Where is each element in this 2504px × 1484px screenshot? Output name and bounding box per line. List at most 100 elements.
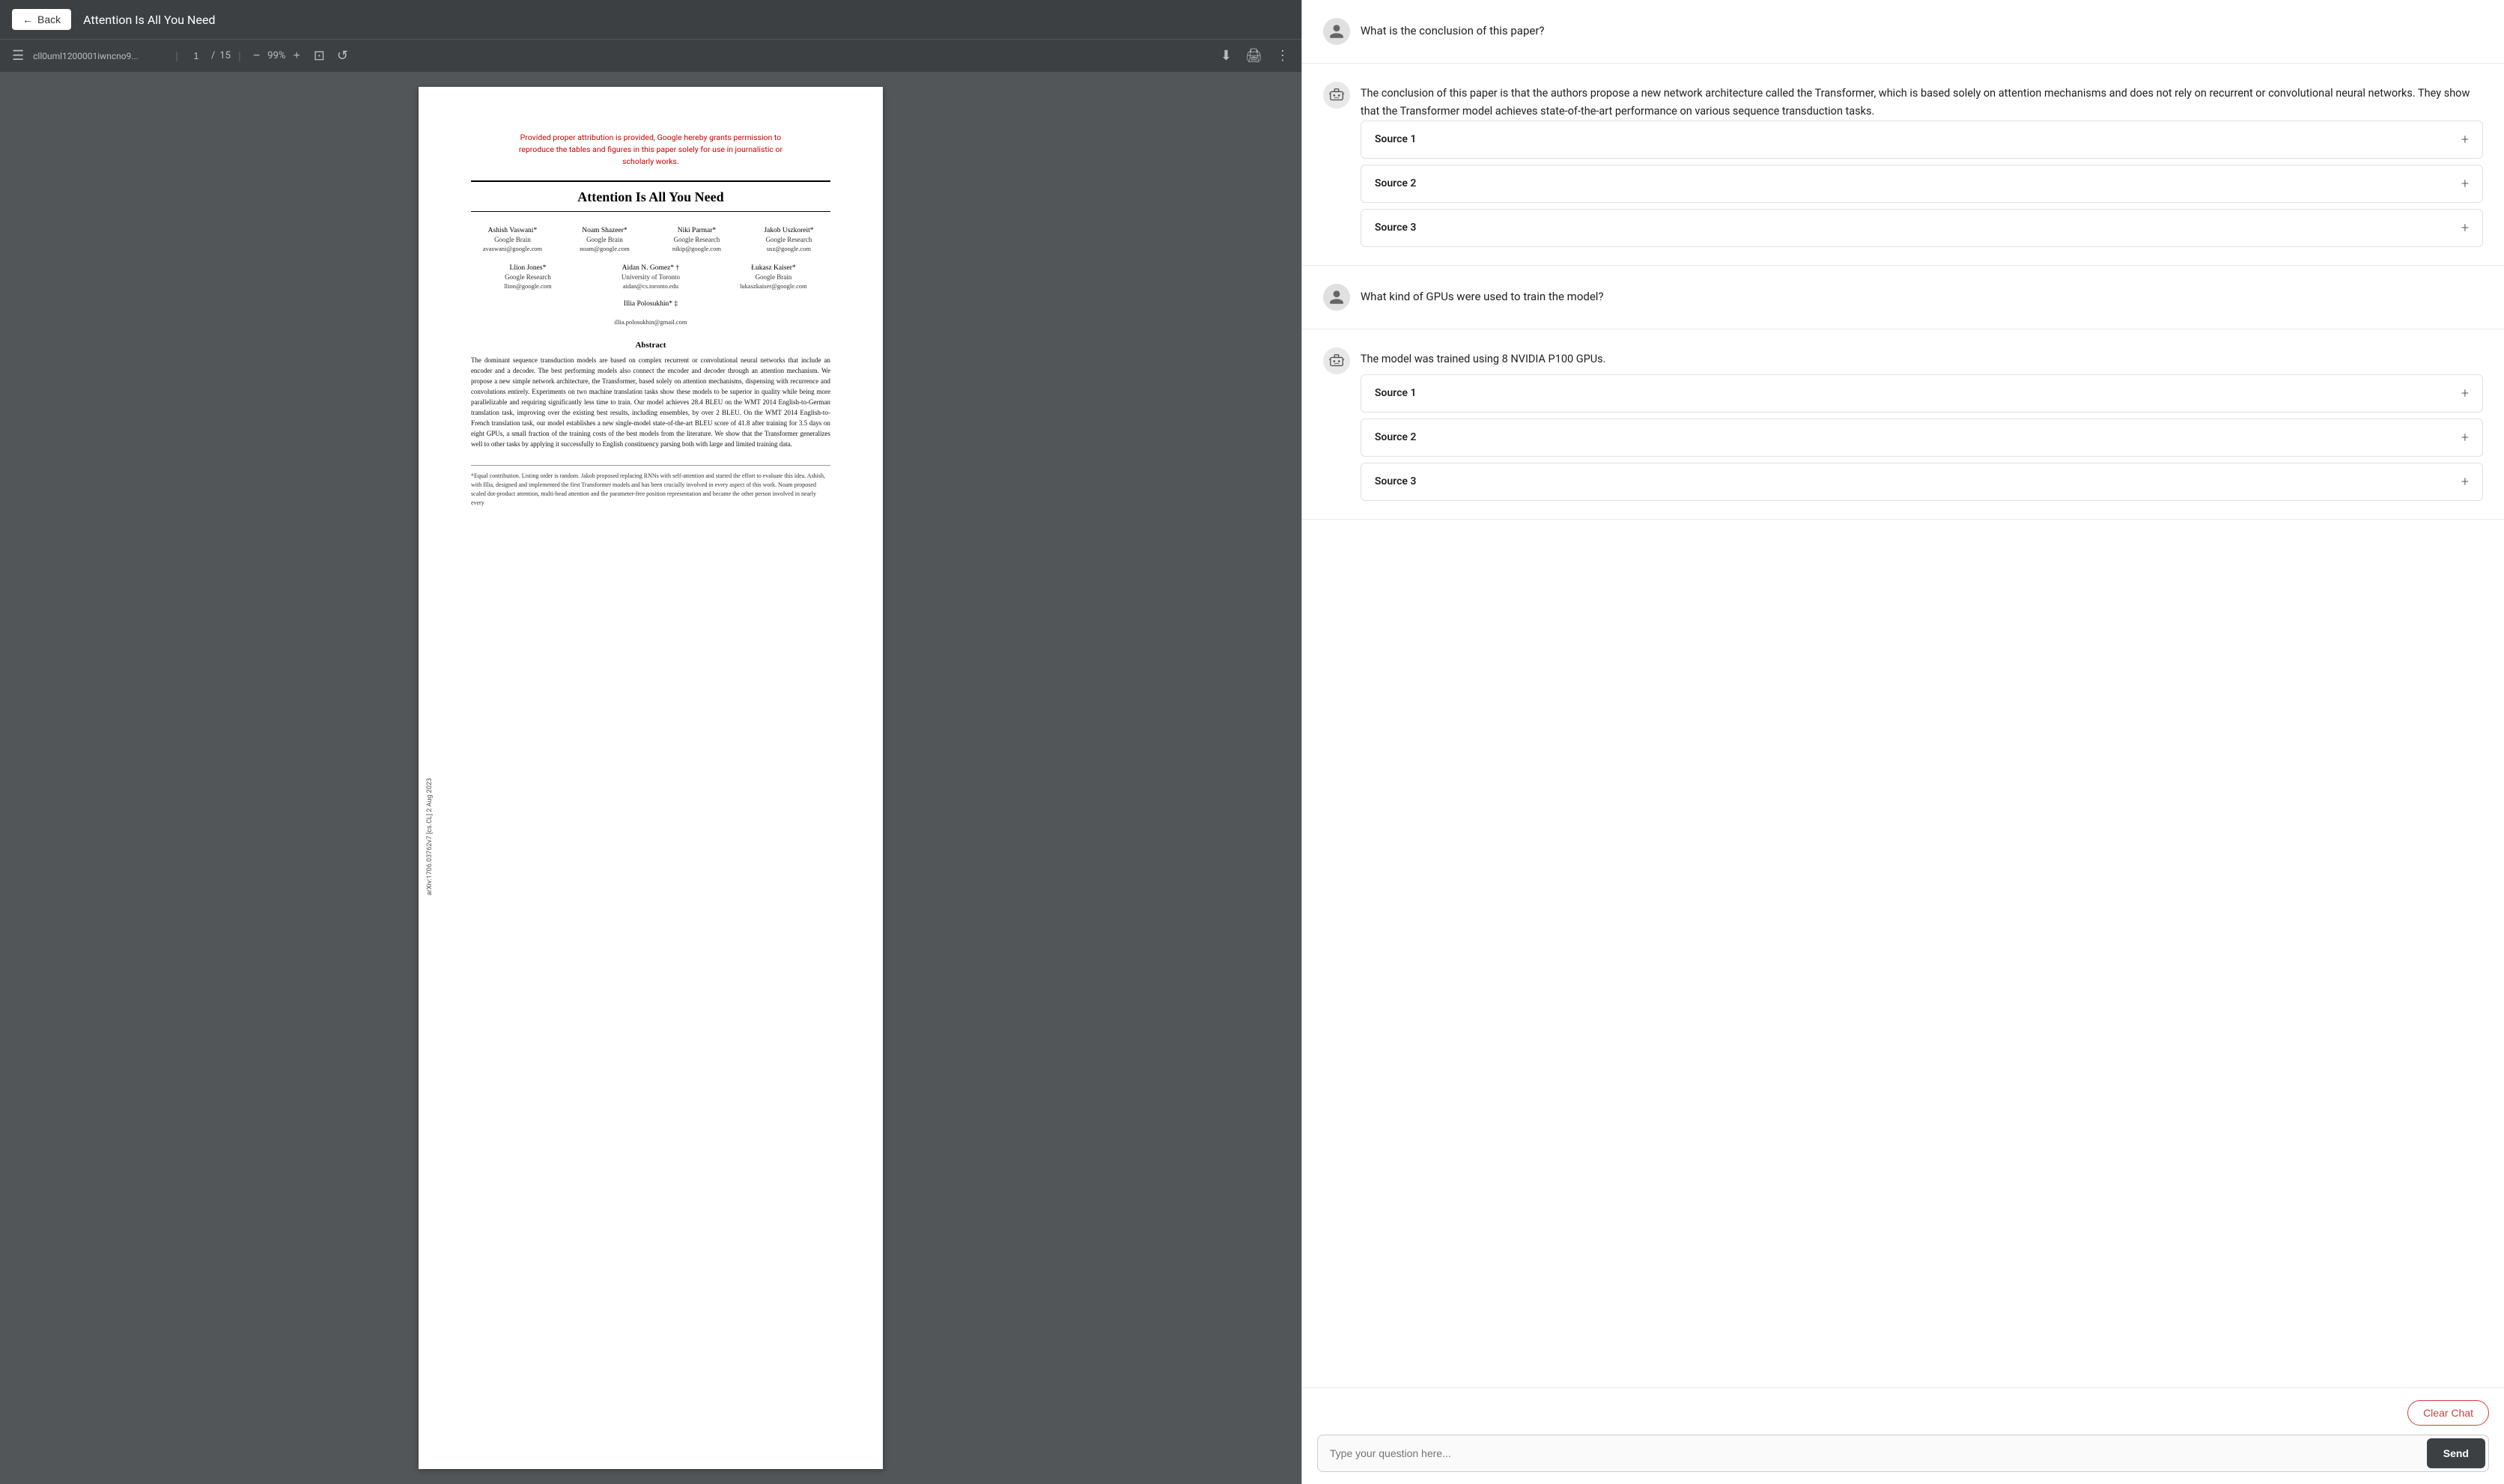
author-parmar: Niki Parmar* Google Research nikip@googl… bbox=[655, 227, 738, 252]
toolbar-right: ⬇ 🖨 ⋮ bbox=[1218, 45, 1292, 67]
sources-container-1: Source 1 + Source 2 + Source 3 + bbox=[1323, 121, 2483, 247]
chat-footer: Clear Chat Send bbox=[1302, 1387, 2504, 1484]
author-email: avaswani@google.com bbox=[471, 245, 554, 252]
user-question-1: What is the conclusion of this paper? bbox=[1361, 18, 1545, 40]
page-total: 15 bbox=[219, 50, 231, 61]
chat-message-ai-2: The model was trained using 8 NVIDIA P10… bbox=[1302, 329, 2504, 520]
pdf-filename: cll0uml1200001iwncno9... bbox=[33, 51, 168, 61]
source-label: Source 1 bbox=[1375, 133, 1417, 145]
author-polosukhin: Illia Polosukhin* ‡ illia.polosukhin@gma… bbox=[471, 300, 830, 326]
back-label: Back bbox=[37, 13, 61, 25]
author-name: Jakob Uszkoreit* bbox=[747, 227, 830, 234]
zoom-level: 99% bbox=[267, 50, 285, 61]
rotate-button[interactable]: ↺ bbox=[334, 45, 351, 67]
authors-row1: Ashish Vaswani* Google Brain avaswani@go… bbox=[471, 227, 830, 252]
author-org: University of Toronto bbox=[594, 273, 708, 281]
more-options-button[interactable]: ⋮ bbox=[1273, 45, 1292, 67]
author-email: illia.polosukhin@gmail.com bbox=[471, 318, 830, 326]
page-separator: / bbox=[211, 50, 215, 61]
abstract-heading: Abstract bbox=[471, 341, 830, 350]
author-name: Ashish Vaswani* bbox=[471, 227, 554, 234]
ai-row-2: The model was trained using 8 NVIDIA P10… bbox=[1323, 347, 2483, 374]
pdf-panel: ← Back Attention Is All You Need ☰ cll0u… bbox=[0, 0, 1302, 1484]
source-item-2-3[interactable]: Source 3 + bbox=[1361, 463, 2483, 501]
ai-answer-1: The conclusion of this paper is that the… bbox=[1361, 82, 2483, 121]
back-arrow-icon: ← bbox=[22, 13, 33, 25]
ai-avatar-2 bbox=[1323, 347, 1350, 374]
author-email: nikip@google.com bbox=[655, 245, 738, 252]
author-shazeer: Noam Shazeer* Google Brain noam@google.c… bbox=[563, 227, 646, 252]
page-number-input[interactable] bbox=[186, 50, 207, 61]
author-jones: Llion Jones* Google Research llion@googl… bbox=[471, 264, 585, 290]
zoom-controls: − 99% + bbox=[249, 46, 305, 66]
toolbar-separator: | bbox=[175, 49, 178, 63]
source-label: Source 3 bbox=[1375, 475, 1417, 487]
clear-chat-button[interactable]: Clear Chat bbox=[2407, 1400, 2489, 1426]
source-label: Source 2 bbox=[1375, 177, 1417, 189]
chat-user-row-2: What kind of GPUs were used to train the… bbox=[1323, 284, 2483, 311]
download-button[interactable]: ⬇ bbox=[1218, 45, 1235, 67]
expand-icon: + bbox=[2461, 220, 2469, 236]
send-button[interactable]: Send bbox=[2427, 1438, 2485, 1468]
author-name: Aidan N. Gomez* † bbox=[594, 264, 708, 272]
author-org: Google Research bbox=[655, 236, 738, 243]
fit-page-button[interactable]: ⊡ bbox=[311, 45, 328, 67]
user-question-2: What kind of GPUs were used to train the… bbox=[1361, 284, 1604, 305]
author-org: Google Research bbox=[747, 236, 830, 243]
ai-row-1: The conclusion of this paper is that the… bbox=[1323, 82, 2483, 121]
chat-message-user-2: What kind of GPUs were used to train the… bbox=[1302, 266, 2504, 329]
paper-title: Attention Is All You Need bbox=[471, 189, 830, 205]
author-org: Google Brain bbox=[471, 236, 554, 243]
author-kaiser: Łukasz Kaiser* Google Brain lukaszkaiser… bbox=[717, 264, 830, 290]
author-email: noam@google.com bbox=[563, 245, 646, 252]
source-item-1-2[interactable]: Source 2 + bbox=[1361, 165, 2483, 203]
user-avatar-2 bbox=[1323, 284, 1350, 311]
expand-icon: + bbox=[2461, 176, 2469, 192]
chat-input[interactable] bbox=[1318, 1437, 2427, 1470]
pdf-titlebar: ← Back Attention Is All You Need bbox=[0, 0, 1301, 39]
author-org: Google Brain bbox=[717, 273, 830, 281]
author-name: Llion Jones* bbox=[471, 264, 585, 272]
author-email: usz@google.com bbox=[747, 245, 830, 252]
chat-panel: What is the conclusion of this paper? bbox=[1302, 0, 2504, 1484]
expand-icon: + bbox=[2461, 474, 2469, 490]
authors-row2: Llion Jones* Google Research llion@googl… bbox=[471, 264, 830, 290]
menu-icon[interactable]: ☰ bbox=[9, 45, 27, 67]
expand-icon: + bbox=[2461, 386, 2469, 401]
authors-row3: Illia Polosukhin* ‡ illia.polosukhin@gma… bbox=[471, 300, 830, 326]
source-label: Source 3 bbox=[1375, 222, 1417, 234]
author-org: Google Research bbox=[471, 273, 585, 281]
ai-answer-2: The model was trained using 8 NVIDIA P10… bbox=[1361, 347, 2483, 368]
chat-user-row: What is the conclusion of this paper? bbox=[1323, 18, 2483, 45]
toolbar-separator2: | bbox=[238, 49, 241, 63]
source-item-1-1[interactable]: Source 1 + bbox=[1361, 121, 2483, 159]
print-button[interactable]: 🖨 bbox=[1242, 45, 1265, 67]
sources-container-2: Source 1 + Source 2 + Source 3 + bbox=[1323, 374, 2483, 501]
author-vaswani: Ashish Vaswani* Google Brain avaswani@go… bbox=[471, 227, 554, 252]
chat-message-ai-1: The conclusion of this paper is that the… bbox=[1302, 64, 2504, 266]
zoom-out-button[interactable]: − bbox=[249, 46, 264, 66]
pdf-page: arXiv:1706.03762v7 [cs.CL] 2 Aug 2023 Pr… bbox=[419, 87, 883, 1469]
arxiv-watermark: arXiv:1706.03762v7 [cs.CL] 2 Aug 2023 bbox=[426, 778, 434, 895]
permission-notice: Provided proper attribution is provided,… bbox=[471, 132, 830, 167]
expand-icon: + bbox=[2461, 132, 2469, 148]
source-item-2-2[interactable]: Source 2 + bbox=[1361, 419, 2483, 457]
author-uszkoreit: Jakob Uszkoreit* Google Research usz@goo… bbox=[747, 227, 830, 252]
chat-message-user-1: What is the conclusion of this paper? bbox=[1302, 0, 2504, 64]
author-name: Łukasz Kaiser* bbox=[717, 264, 830, 272]
source-item-1-3[interactable]: Source 3 + bbox=[1361, 209, 2483, 247]
author-name: Illia Polosukhin* ‡ bbox=[471, 300, 830, 308]
ai-avatar-1 bbox=[1323, 82, 1350, 109]
zoom-in-button[interactable]: + bbox=[288, 46, 304, 66]
back-button[interactable]: ← Back bbox=[12, 9, 71, 30]
pdf-title-underline bbox=[471, 211, 830, 212]
clear-chat-row: Clear Chat bbox=[1317, 1400, 2489, 1426]
author-name: Noam Shazeer* bbox=[563, 227, 646, 234]
page-controls: / 15 bbox=[186, 50, 231, 61]
author-email: lukaszkaiser@google.com bbox=[717, 282, 830, 290]
pdf-content: arXiv:1706.03762v7 [cs.CL] 2 Aug 2023 Pr… bbox=[0, 72, 1301, 1484]
pdf-document-title: Attention Is All You Need bbox=[83, 13, 1289, 27]
pdf-toolbar: ☰ cll0uml1200001iwncno9... | / 15 | − 99… bbox=[0, 39, 1301, 72]
source-label: Source 2 bbox=[1375, 431, 1417, 443]
source-item-2-1[interactable]: Source 1 + bbox=[1361, 374, 2483, 413]
